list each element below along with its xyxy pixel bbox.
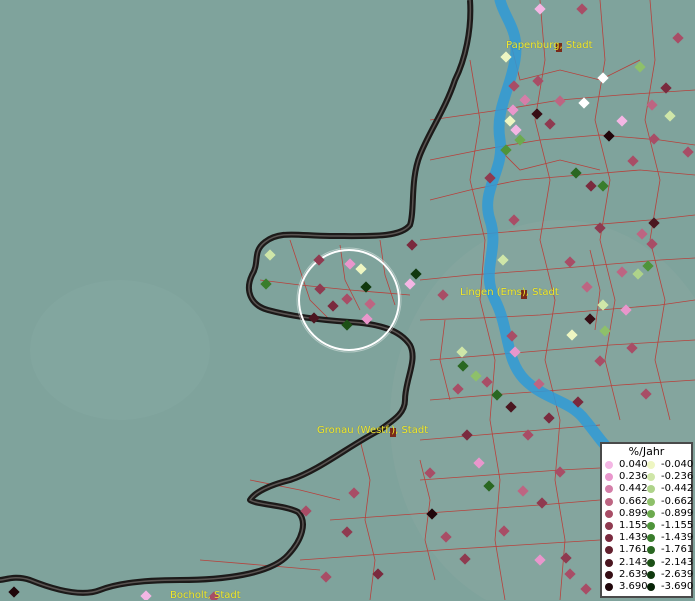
- legend-label: 2.143: [619, 556, 648, 568]
- legend-label: -1.155: [661, 520, 694, 531]
- legend-swatch: [647, 534, 655, 543]
- legend-swatch: [605, 558, 613, 567]
- legend-label: 0.236: [619, 471, 648, 483]
- legend-swatch: [647, 509, 655, 518]
- legend-label: 3.690: [619, 581, 648, 592]
- legend-swatch: [605, 485, 613, 494]
- legend-swatch: [605, 546, 613, 555]
- legend-label: -1.761: [661, 544, 694, 556]
- legend-swatch: [647, 522, 655, 530]
- legend-label: 1.439: [619, 532, 648, 544]
- legend-swatch: [605, 534, 613, 543]
- legend-swatch: [647, 570, 655, 579]
- legend-swatch: [647, 546, 655, 555]
- legend-label: 2.639: [619, 568, 648, 580]
- city-label-lingen: Lingen (Ems), Stadt: [460, 287, 559, 298]
- legend-swatch: [605, 509, 613, 518]
- legend-label: 0.040: [619, 459, 648, 470]
- legend-label: 1.761: [619, 544, 648, 556]
- legend-label: -2.143: [661, 556, 694, 568]
- legend-label: -0.236: [661, 471, 694, 483]
- legend-swatch: [605, 570, 613, 579]
- city-label-gronau: Gronau (Westf.), Stadt: [317, 425, 429, 436]
- legend-swatch: [605, 497, 613, 506]
- legend-label: -1.439: [661, 532, 694, 544]
- legend-label: 0.899: [619, 507, 648, 519]
- legend-label: -2.639: [661, 568, 694, 580]
- legend-swatch: [605, 473, 613, 482]
- map-canvas[interactable]: [0, 0, 695, 600]
- legend-label: -3.690: [661, 581, 694, 592]
- city-label-bocholt: Bocholt, Stadt: [170, 590, 241, 601]
- legend-swatch: [647, 497, 655, 506]
- legend: %/Jahr 0.040 0.236 0.442 0.662 0.899 1.155 1.4…: [600, 442, 693, 598]
- legend-swatch: [647, 461, 655, 469]
- legend-swatch: [647, 473, 655, 482]
- legend-swatch: [605, 522, 613, 530]
- legend-label: -0.662: [661, 495, 694, 507]
- legend-label: 0.442: [619, 483, 648, 495]
- legend-label: 0.662: [619, 495, 648, 507]
- legend-swatch: [605, 583, 613, 591]
- terrain-patch: [30, 280, 210, 420]
- city-label-papenburg: Papenburg, Stadt: [506, 40, 593, 51]
- legend-label: -0.899: [661, 507, 694, 519]
- legend-label: -0.442: [661, 483, 694, 495]
- legend-title: %/Jahr: [628, 445, 665, 458]
- legend-swatch: [647, 485, 655, 494]
- legend-swatch: [647, 583, 655, 591]
- legend-swatch: [647, 558, 655, 567]
- legend-label: -0.040: [661, 459, 694, 470]
- legend-swatch: [605, 461, 613, 469]
- legend-label: 1.155: [619, 520, 648, 531]
